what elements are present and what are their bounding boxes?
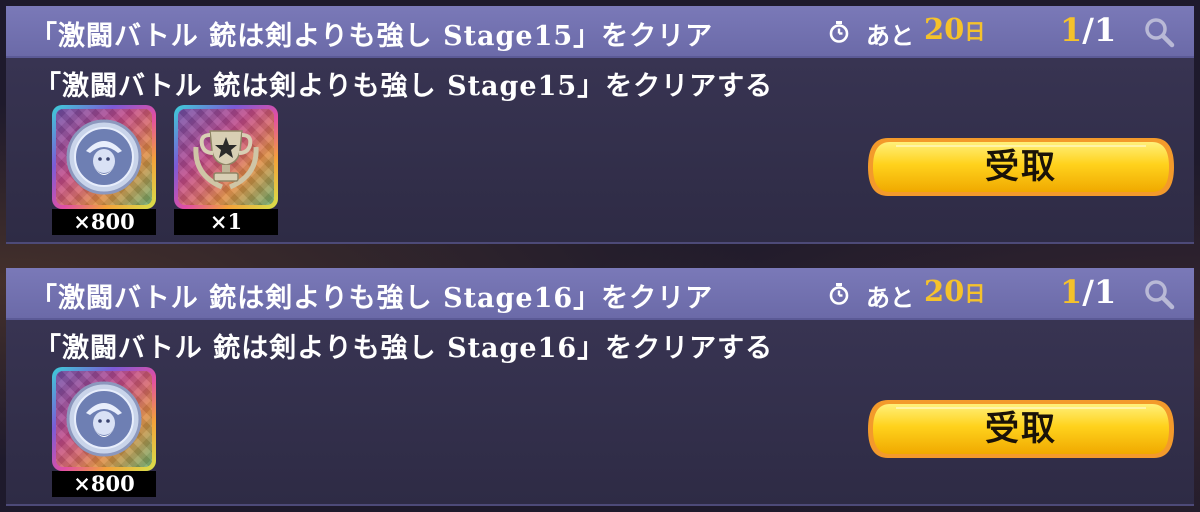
mission-header: 「激闘バトル 銃は剣よりも強し Stage15」をクリア あと 20日 1/1 bbox=[6, 6, 1194, 58]
mission-description: 「激闘バトル 銃は剣よりも強し Stage15」をクリアする bbox=[34, 71, 774, 102]
progress-total: /1 bbox=[1082, 11, 1117, 49]
time-remaining-days: 20日 bbox=[924, 12, 985, 46]
search-icon[interactable] bbox=[1142, 278, 1178, 310]
stopwatch-icon bbox=[829, 21, 849, 43]
mission-title: 「激闘バトル 銃は剣よりも強し Stage15」をクリア bbox=[30, 21, 714, 52]
reward-frame bbox=[52, 367, 156, 471]
claim-button-label: 受取 bbox=[985, 409, 1057, 449]
mission-title: 「激闘バトル 銃は剣よりも強し Stage16」をクリア bbox=[30, 283, 714, 314]
mission-body: 「激闘バトル 銃は剣よりも強し Stage16」をクリアする ×800 受取 bbox=[6, 320, 1194, 506]
progress-total: /1 bbox=[1082, 273, 1117, 311]
medal-icon bbox=[66, 381, 142, 457]
mission-card: 「激闘バトル 銃は剣よりも強し Stage16」をクリア あと 20日 1/1 … bbox=[6, 268, 1194, 508]
reward-background bbox=[178, 109, 274, 205]
stopwatch-icon bbox=[829, 283, 849, 305]
progress-current: 1 bbox=[1060, 11, 1083, 49]
claim-button[interactable]: 受取 bbox=[866, 136, 1176, 198]
time-remaining-days: 20日 bbox=[924, 274, 985, 308]
days-value: 20 bbox=[924, 12, 965, 46]
days-value: 20 bbox=[924, 274, 965, 308]
reward-count: ×1 bbox=[174, 209, 278, 235]
reward-count: ×800 bbox=[52, 209, 156, 235]
claim-button-label: 受取 bbox=[985, 147, 1057, 187]
time-remaining-prefix: あと bbox=[866, 21, 914, 50]
mission-header: 「激闘バトル 銃は剣よりも強し Stage16」をクリア あと 20日 1/1 bbox=[6, 268, 1194, 320]
reward-background bbox=[56, 109, 152, 205]
mission-description: 「激闘バトル 銃は剣よりも強し Stage16」をクリアする bbox=[34, 333, 774, 364]
time-remaining-prefix: あと bbox=[866, 283, 914, 312]
reward-item[interactable]: ×800 bbox=[52, 367, 156, 497]
progress-current: 1 bbox=[1060, 273, 1083, 311]
search-icon[interactable] bbox=[1142, 16, 1178, 48]
reward-item[interactable]: ×800 bbox=[52, 105, 156, 235]
progress-counter: 1/1 bbox=[1060, 273, 1116, 311]
reward-frame bbox=[174, 105, 278, 209]
progress-counter: 1/1 bbox=[1060, 11, 1116, 49]
mission-body: 「激闘バトル 銃は剣よりも強し Stage15」をクリアする ×800 ×1 受… bbox=[6, 58, 1194, 244]
medal-icon bbox=[66, 119, 142, 195]
reward-count: ×800 bbox=[52, 471, 156, 497]
trophy-icon bbox=[193, 130, 259, 190]
reward-item[interactable]: ×1 bbox=[174, 105, 278, 235]
reward-frame bbox=[52, 105, 156, 209]
reward-background bbox=[56, 371, 152, 467]
claim-button[interactable]: 受取 bbox=[866, 398, 1176, 460]
days-unit: 日 bbox=[964, 19, 986, 44]
days-unit: 日 bbox=[964, 281, 986, 306]
mission-card: 「激闘バトル 銃は剣よりも強し Stage15」をクリア あと 20日 1/1 … bbox=[6, 6, 1194, 246]
